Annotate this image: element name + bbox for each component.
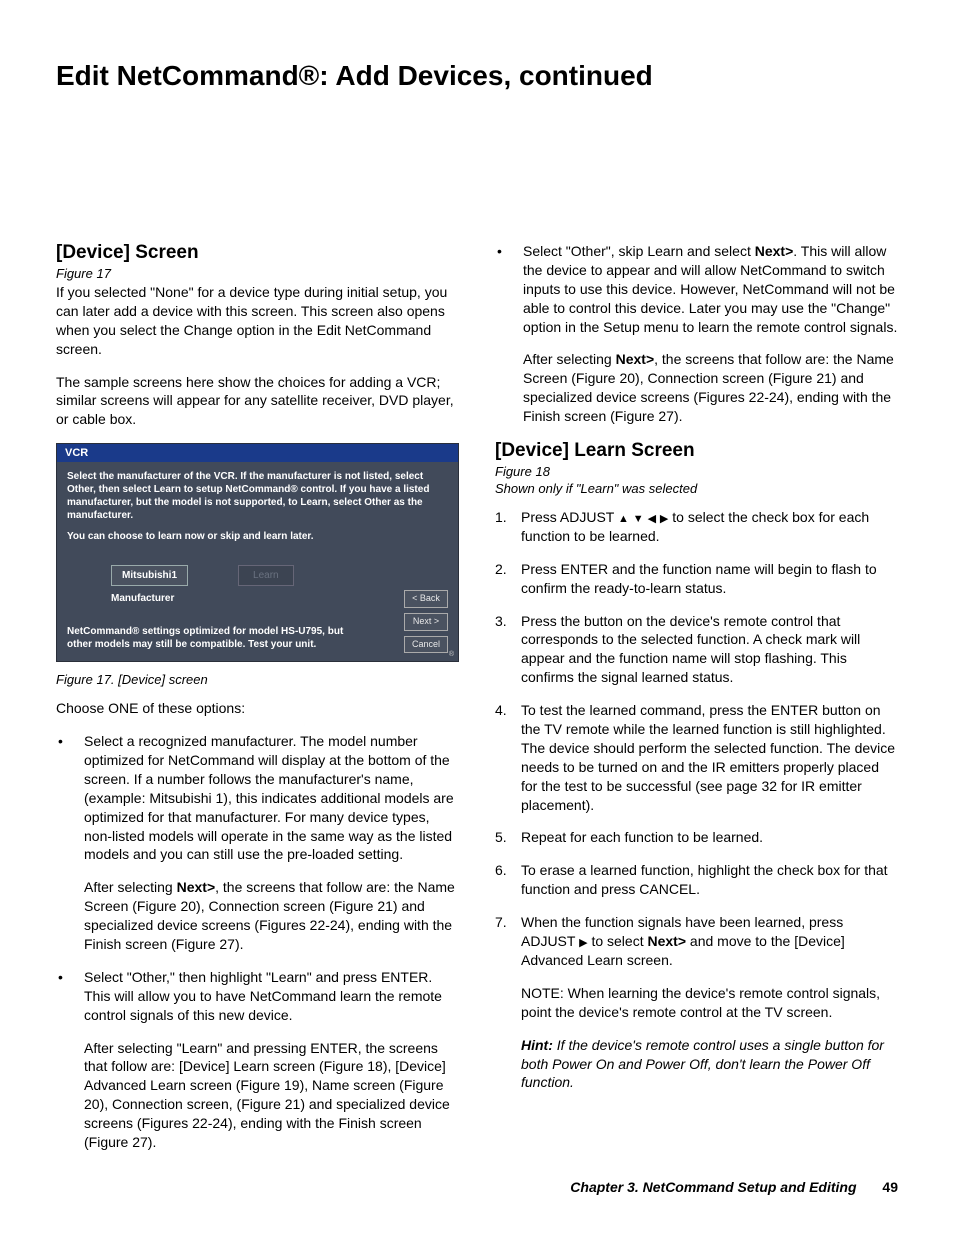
- registered-mark-icon: ®: [449, 650, 454, 659]
- learn-button[interactable]: Learn: [238, 565, 294, 586]
- back-button[interactable]: < Back: [404, 590, 448, 608]
- device-screen-heading: [Device] Screen: [56, 242, 459, 264]
- screenshot-instructions: Select the manufacturer of the VCR. If t…: [67, 470, 448, 522]
- choose-one: Choose ONE of these options:: [56, 699, 459, 718]
- device-screenshot: VCR Select the manufacturer of the VCR. …: [56, 443, 459, 662]
- bullet-1-after-pre: After selecting: [84, 879, 177, 895]
- step-2: Press ENTER and the function name will b…: [495, 560, 898, 598]
- step-1-pre: Press ADJUST: [521, 509, 618, 525]
- hint-label: Hint:: [521, 1037, 553, 1053]
- arrow-left-icon: ◀: [648, 513, 656, 525]
- arrow-right-icon-2: ▶: [579, 937, 587, 949]
- bullet-1-text: Select a recognized manufacturer. The mo…: [84, 733, 454, 862]
- step-4: To test the learned command, press the E…: [495, 701, 898, 814]
- intro-p1: If you selected "None" for a device type…: [56, 283, 459, 359]
- step-7-bold: Next>: [647, 933, 686, 949]
- figure-18-ref: Figure 18: [495, 464, 898, 479]
- learn-note: NOTE: When learning the device's remote …: [521, 984, 898, 1022]
- bullet-recognized-manufacturer: Select a recognized manufacturer. The mo…: [56, 732, 459, 954]
- manufacturer-field[interactable]: Mitsubishi1: [111, 565, 188, 586]
- learn-hint: Hint: If the device's remote control use…: [521, 1036, 898, 1093]
- bullet-select-other-learn: Select "Other," then highlight "Learn" a…: [56, 968, 459, 1152]
- step-7-mid: to select: [588, 933, 648, 949]
- step-5: Repeat for each function to be learned.: [495, 828, 898, 847]
- manufacturer-label: Manufacturer: [111, 592, 448, 605]
- bullet-3-bold: Next>: [755, 243, 794, 259]
- step-1: Press ADJUST ▲ ▼ ◀ ▶ to select the check…: [495, 508, 898, 546]
- intro-p2: The sample screens here show the choices…: [56, 373, 459, 430]
- right-column: Select "Other", skip Learn and select Ne…: [495, 242, 898, 1166]
- page-number: 49: [882, 1179, 898, 1195]
- page-footer: Chapter 3. NetCommand Setup and Editing …: [570, 1179, 898, 1195]
- step-7: When the function signals have been lear…: [495, 913, 898, 970]
- bullet-2-after: After selecting "Learn" and pressing ENT…: [84, 1039, 459, 1152]
- chapter-label: Chapter 3. NetCommand Setup and Editing: [570, 1179, 856, 1195]
- step-3: Press the button on the device's remote …: [495, 612, 898, 688]
- next-button[interactable]: Next >: [404, 613, 448, 631]
- cancel-button[interactable]: Cancel: [404, 636, 448, 654]
- figure-17-caption: Figure 17. [Device] screen: [56, 672, 459, 687]
- bullet-2-text: Select "Other," then highlight "Learn" a…: [84, 969, 442, 1023]
- device-learn-heading: [Device] Learn Screen: [495, 440, 898, 462]
- bullet-1-after-bold: Next>: [177, 879, 216, 895]
- bullet-select-other-skip: Select "Other", skip Learn and select Ne…: [495, 242, 898, 426]
- bullet-3-pre: Select "Other", skip Learn and select: [523, 243, 755, 259]
- step-6: To erase a learned function, highlight t…: [495, 861, 898, 899]
- shown-only-if: Shown only if "Learn" was selected: [495, 481, 898, 496]
- page-title: Edit NetCommand®: Add Devices, continued: [56, 60, 898, 92]
- figure-17-ref: Figure 17: [56, 266, 459, 281]
- bullet-3-after-bold: Next>: [616, 351, 655, 367]
- screenshot-subtext: You can choose to learn now or skip and …: [67, 530, 448, 543]
- arrow-up-icon: ▲: [618, 513, 629, 525]
- screenshot-titlebar: VCR: [57, 444, 458, 462]
- hint-text: If the device's remote control uses a si…: [521, 1037, 884, 1091]
- arrow-down-icon: ▼: [633, 513, 644, 525]
- bullet-3-after-pre: After selecting: [523, 351, 616, 367]
- left-column: [Device] Screen Figure 17 If you selecte…: [56, 242, 459, 1166]
- screenshot-footer-note: NetCommand® settings optimized for model…: [67, 625, 367, 651]
